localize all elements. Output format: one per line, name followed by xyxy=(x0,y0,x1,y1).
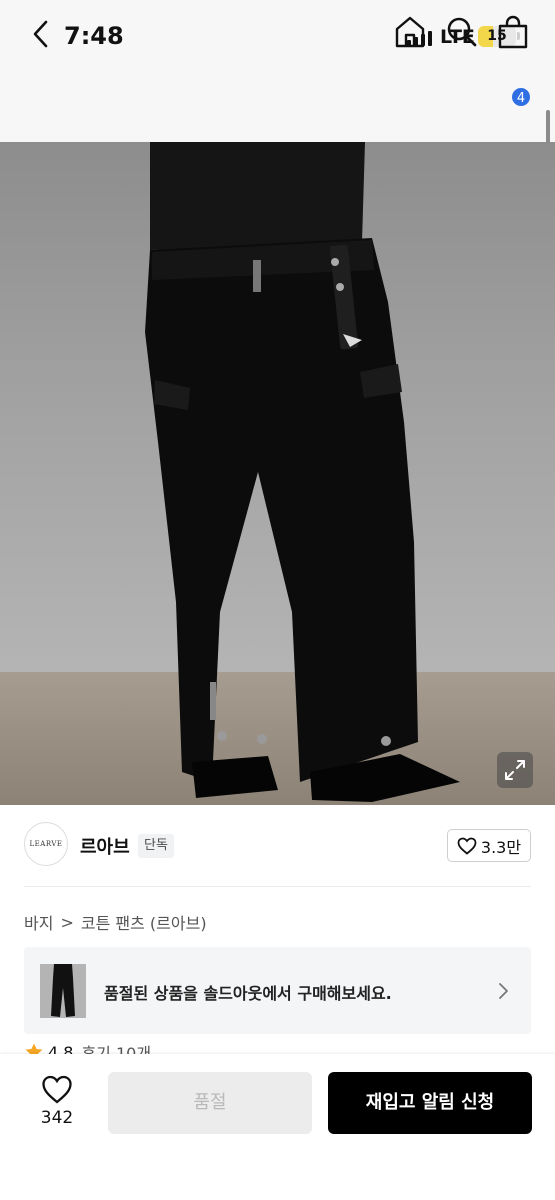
chevron-right-icon xyxy=(499,983,508,999)
product-image[interactable] xyxy=(0,142,555,805)
restock-alert-button[interactable]: 재입고 알림 신청 xyxy=(328,1072,532,1134)
breadcrumb: 바지 > 코튼 팬츠 (르아브) xyxy=(24,910,207,934)
nav-bar xyxy=(0,72,555,142)
breadcrumb-product[interactable]: 코튼 팬츠 (르아브) xyxy=(81,910,207,934)
expand-icon xyxy=(505,760,525,780)
brand-like-count: 3.3만 xyxy=(480,837,522,857)
status-time: 7:48 xyxy=(64,22,124,50)
soldout-banner-text: 품절된 상품을 솔드아웃에서 구매해보세요. xyxy=(104,984,392,1003)
heart-icon xyxy=(42,1075,72,1104)
divider xyxy=(24,886,531,887)
brand-like-button[interactable]: 3.3만 xyxy=(447,829,531,862)
search-icon xyxy=(447,17,477,47)
brand-logo[interactable]: LEARVE xyxy=(24,822,68,866)
breadcrumb-separator: > xyxy=(60,912,74,932)
banner-thumbnail xyxy=(40,964,86,1018)
home-icon xyxy=(395,16,425,48)
breadcrumb-category[interactable]: 바지 xyxy=(24,910,53,934)
soldout-button[interactable]: 품절 xyxy=(108,1072,312,1134)
exclusive-badge: 단독 xyxy=(138,834,174,858)
back-button[interactable] xyxy=(25,16,57,52)
cart-icon xyxy=(498,15,528,49)
soldout-banner[interactable]: 품절된 상품을 솔드아웃에서 구매해보세요. xyxy=(24,947,531,1034)
cart-count-badge: 4 xyxy=(510,86,532,108)
search-button[interactable] xyxy=(444,14,480,50)
home-button[interactable] xyxy=(392,14,428,50)
wishlist-count: 342 xyxy=(40,1108,74,1128)
expand-image-button[interactable] xyxy=(497,752,533,788)
back-icon xyxy=(33,20,48,48)
heart-icon xyxy=(457,837,477,855)
cart-button[interactable] xyxy=(495,14,531,50)
brand-name[interactable]: 르아브 xyxy=(80,833,130,859)
